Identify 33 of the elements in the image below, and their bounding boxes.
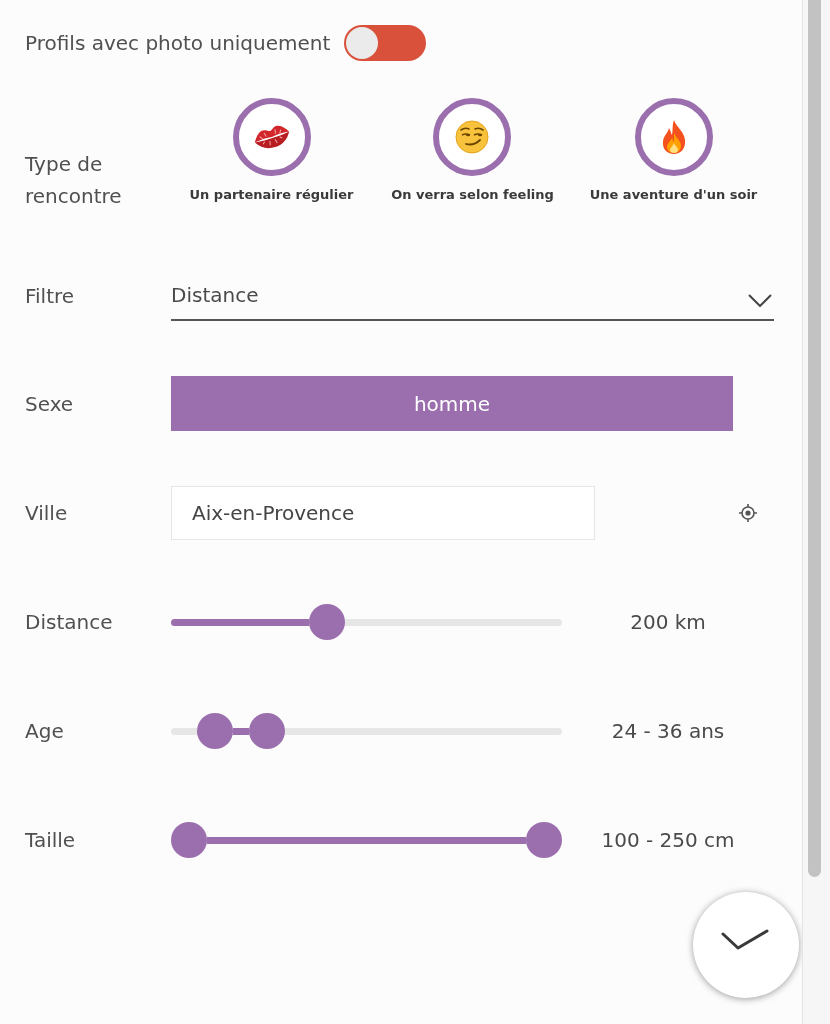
checkmark-icon [721, 929, 769, 951]
chevron-down-icon [748, 294, 772, 307]
slider-label: Distance [25, 610, 113, 634]
meeting-type-label: Type de rencontre [25, 151, 122, 210]
lips-icon [253, 124, 290, 150]
meeting-type-option[interactable]: Une aventure d'un soir [589, 98, 758, 204]
city-label: Ville [25, 501, 68, 525]
slider-thumb[interactable] [171, 822, 207, 858]
sex-label: Sexe [25, 391, 74, 416]
slider-fill [233, 727, 250, 735]
slider-thumb[interactable] [249, 713, 286, 749]
slider-thumb[interactable] [197, 713, 234, 749]
slider-label: Age [25, 719, 64, 743]
filter-label: Filtre [25, 283, 75, 308]
scrollbar-thumb[interactable] [808, 0, 821, 877]
crosshair-icon[interactable] [738, 503, 758, 523]
slider-thumb[interactable] [526, 822, 562, 858]
slider-value: 24 - 36 ans [611, 719, 725, 743]
slider-track[interactable] [171, 822, 562, 858]
slider-thumb[interactable] [309, 604, 346, 640]
slider-track[interactable] [171, 604, 562, 640]
meeting-type-option[interactable]: Un partenaire régulier [189, 98, 354, 204]
city-input-field[interactable]: Aix-en-Provence [171, 486, 595, 540]
slider-label: Taille [25, 828, 76, 852]
smirking-face-icon [455, 120, 490, 154]
slider-value: 100 - 250 cm [601, 828, 735, 852]
photo-only-toggle[interactable] [344, 25, 427, 61]
photo-only-label: Profils avec photo uniquement [25, 31, 331, 55]
sex-select-button[interactable]: homme [171, 376, 733, 431]
meeting-type-option[interactable]: On verra selon feeling [391, 98, 554, 204]
slider-value: 200 km [630, 610, 706, 634]
slider-track[interactable] [171, 713, 562, 749]
filter-dropdown[interactable]: Distance [171, 270, 774, 321]
